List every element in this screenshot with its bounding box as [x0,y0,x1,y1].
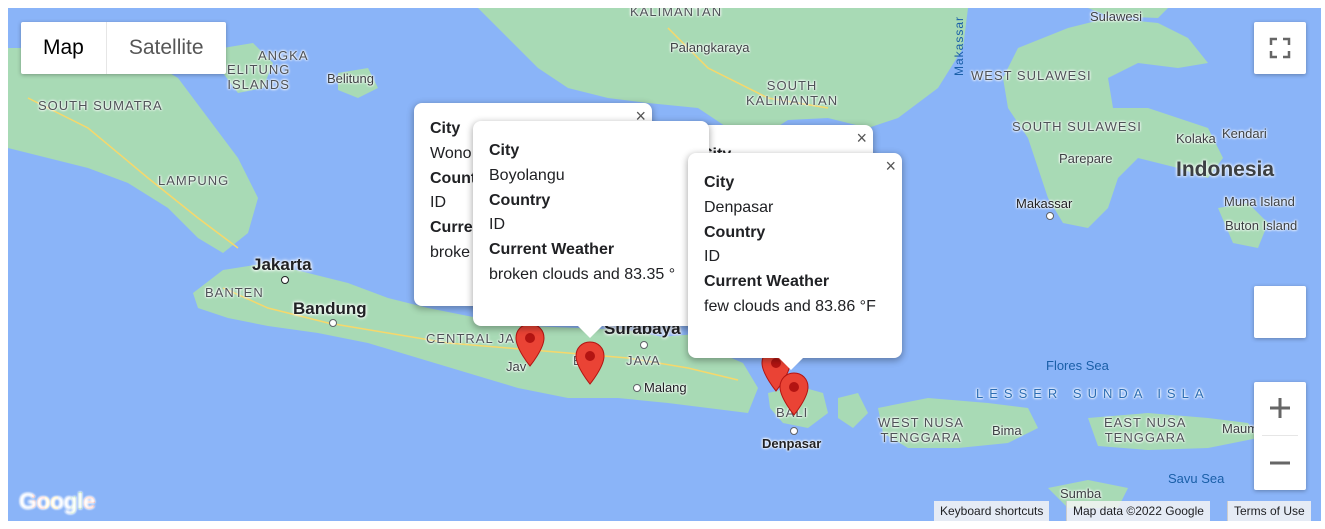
label-central-java: CENTRAL JA [426,331,515,346]
info-window-tail [578,326,602,338]
label-south-kalimantan: SOUTH KALIMANTAN [746,78,839,108]
marker-boyolangu[interactable] [574,341,606,385]
zoom-out-button[interactable] [1254,436,1306,490]
label-sumba: Sumba [1060,486,1102,501]
minus-icon [1270,461,1290,465]
label-makassar-strait: Makassar [952,16,966,77]
label-south-sumatra: SOUTH SUMATRA [38,98,163,113]
popup-country-value: ID [704,248,720,266]
label-makassar: Makassar [1016,196,1073,211]
dot-surabaya [640,341,648,349]
dot-malang [633,384,641,392]
map-canvas[interactable]: KALIMANTAN Sulawesi Makassar Palangkaray… [8,8,1321,521]
label-palangkaraya: Palangkaraya [670,40,750,55]
fullscreen-button[interactable] [1254,22,1306,74]
map-type-satellite-button[interactable]: Satellite [105,22,226,74]
google-logo[interactable]: Google [19,488,96,515]
label-lampung: LAMPUNG [158,173,230,188]
fullscreen-icon [1269,37,1291,59]
label-kendari: Kendari [1222,126,1267,141]
label-parepare: Parepare [1059,151,1113,166]
label-sulawesi: Sulawesi [1090,9,1143,24]
info-window-denpasar: × City Denpasar Country ID Current Weath… [688,153,902,358]
label-malang: Malang [644,380,687,395]
popup-country-label: Country [489,191,551,209]
map-type-map-button[interactable]: Map [21,22,106,74]
popup-weather-label: Current Weather [704,273,830,291]
popup-city-value: Boyolangu [489,166,565,184]
popup-country-label: Country [704,223,766,241]
close-icon[interactable]: × [856,128,867,148]
popup-country-value: ID [489,216,505,234]
zoom-in-button[interactable] [1254,382,1306,435]
popup-weather-label: Current Weather [489,241,615,259]
label-east-java-2: JAVA [626,353,661,368]
label-lesser-sunda: LESSER SUNDA ISLA [976,386,1210,401]
label-bangka: ANGKA [258,48,309,63]
info-window-tail [779,358,803,370]
label-jakarta: Jakarta [252,255,312,274]
marker-denpasar[interactable] [778,372,810,416]
keyboard-shortcuts-link[interactable]: Keyboard shortcuts [934,501,1050,521]
dot-jakarta [281,276,289,284]
map-data-attribution: Map data ©2022 Google [1066,501,1210,521]
label-belitung: Belitung [327,71,374,86]
map-type-control: Map Satellite [21,22,226,74]
dot-bandung [329,319,337,327]
popup-city-label: City [704,174,735,191]
popup-weather-value: few clouds and 83.86 °F [704,297,876,315]
label-denpasar: Denpasar [762,436,822,451]
label-banten: BANTEN [205,285,264,300]
label-east-nusa: EAST NUSA TENGGARA [1104,415,1187,445]
street-view-button[interactable] [1254,286,1306,338]
marker-wonosobo[interactable] [514,323,546,367]
google-logo-text: Google [19,488,96,514]
terms-of-use-link[interactable]: Terms of Use [1227,501,1311,521]
label-west-sulawesi: WEST SULAWESI [971,68,1092,83]
label-muna-island: Muna Island [1224,194,1295,209]
label-flores-sea: Flores Sea [1046,358,1109,373]
label-savu-sea: Savu Sea [1168,471,1225,486]
label-maumere: Maum [1222,421,1259,436]
label-bandung: Bandung [293,299,367,318]
popup-city-value: Denpasar [704,198,774,216]
info-window-boyolangu: City Boyolangu Country ID Current Weathe… [473,121,709,326]
popup-weather-value: broken clouds and 83.35 ° [489,265,676,283]
label-kolaka: Kolaka [1176,131,1216,146]
label-bima: Bima [992,423,1022,438]
zoom-control [1254,382,1306,490]
dot-denpasar [790,427,798,435]
plus-icon [1270,398,1290,418]
label-buton-island: Buton Island [1225,218,1298,233]
label-belitung-islands: ELITUNG ISLANDS [227,62,291,92]
label-indonesia: Indonesia [1176,158,1275,181]
close-icon[interactable]: × [885,156,896,176]
label-west-nusa: WEST NUSA TENGGARA [878,415,965,445]
popup-city-label: City [489,142,520,159]
label-south-sulawesi: SOUTH SULAWESI [1012,119,1142,134]
dot-makassar [1046,212,1054,220]
label-kalimantan: KALIMANTAN [630,8,723,19]
